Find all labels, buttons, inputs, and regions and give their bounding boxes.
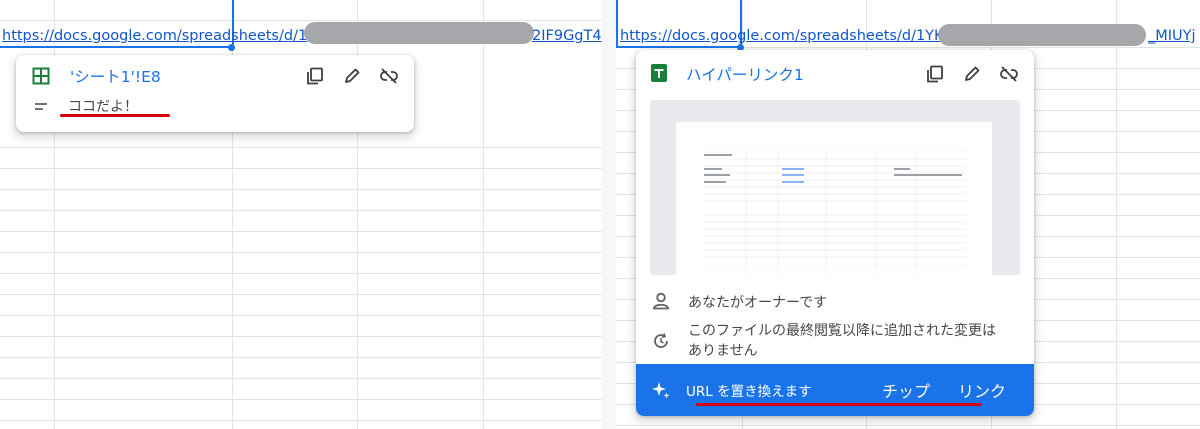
- unlink-icon[interactable]: [998, 63, 1020, 85]
- file-thumbnail-preview[interactable]: [650, 100, 1020, 275]
- hyperlink-url-tail[interactable]: _MIUYj: [1148, 26, 1200, 46]
- right-spreadsheet-pane: https://docs.google.com/spreadsheets/d/1…: [616, 0, 1200, 429]
- copy-icon[interactable]: [304, 65, 326, 87]
- hyperlink-url-tail[interactable]: 2IF9GgT4: [532, 26, 602, 46]
- changes-status-line1: このファイルの最終閲覧以降に追加された変更は: [688, 323, 996, 339]
- hyperlink-url-text[interactable]: https://docs.google.com/spreadsheets/d/1…: [620, 26, 940, 46]
- edit-pencil-icon[interactable]: [961, 63, 983, 85]
- unlink-icon[interactable]: [378, 65, 400, 87]
- highlight-underline: [60, 114, 170, 117]
- owner-status-text: あなたがオーナーです: [688, 295, 828, 311]
- note-lines-icon: [30, 95, 52, 117]
- chip-toggle-button[interactable]: チップ: [882, 378, 930, 402]
- link-toggle-button[interactable]: リンク: [958, 378, 1006, 402]
- google-sheets-icon: [648, 62, 670, 84]
- highlight-underline: [696, 403, 982, 406]
- redacted-url-segment: [304, 22, 534, 44]
- sheet-thumbnail-page: [676, 122, 992, 275]
- cell-link-chip: 'シート1'!E8 ココだよ！: [16, 55, 414, 132]
- cell-note-text: ココだよ！: [68, 99, 138, 115]
- changes-status-line2: ありません: [688, 343, 758, 359]
- chip-title-link[interactable]: 'シート1'!E8: [70, 65, 161, 87]
- file-link-preview-card: ハイパーリンク1 あなたがオーナーです このファイルの最終閲覧以降に追加された変…: [636, 50, 1034, 416]
- chip-action-footer: URL を置き換えます チップ リンク: [636, 364, 1034, 416]
- sparkle-icon: [650, 379, 672, 401]
- copy-icon[interactable]: [924, 63, 946, 85]
- history-icon: [650, 330, 672, 352]
- sheet-thumbnail-content: [704, 151, 966, 275]
- person-icon: [650, 290, 672, 312]
- chip-title-link[interactable]: ハイパーリンク1: [686, 63, 804, 85]
- replace-url-button[interactable]: URL を置き換えます: [686, 380, 812, 400]
- sheets-grid-icon: [30, 65, 52, 87]
- hyperlink-url-text[interactable]: https://docs.google.com/spreadsheets/d/1: [2, 26, 312, 46]
- screenshot-divider: [602, 0, 616, 429]
- edit-pencil-icon[interactable]: [341, 65, 363, 87]
- left-spreadsheet-pane: https://docs.google.com/spreadsheets/d/1…: [0, 0, 602, 429]
- redacted-url-segment: [938, 24, 1146, 46]
